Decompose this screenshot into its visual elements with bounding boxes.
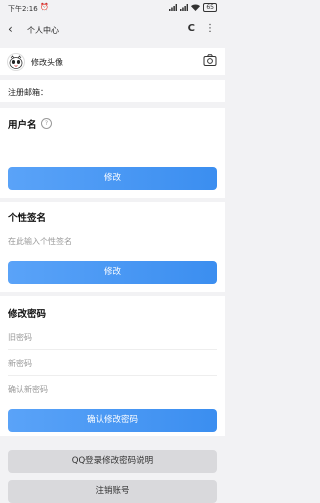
email-row: 注册邮箱： (0, 80, 225, 102)
signal-icon (169, 4, 178, 11)
qq-login-help-button[interactable]: QQ登录修改密码说明 (8, 450, 217, 473)
avatar-row[interactable]: 修改头像 (0, 48, 225, 75)
wifi-icon (191, 4, 201, 11)
signature-title: 个性签名 (8, 213, 47, 224)
password-section: 修改密码 旧密码 新密码 确认新密码 确认修改密码 (0, 296, 225, 436)
email-label: 注册邮箱： (8, 88, 48, 97)
confirm-password-button[interactable]: 确认修改密码 (8, 409, 217, 432)
old-password-input[interactable]: 旧密码 (8, 332, 32, 343)
more-menu-icon[interactable]: ⋮ (205, 23, 215, 34)
status-icons: 65 (169, 3, 217, 12)
avatar-face-icon (9, 55, 23, 69)
username-edit-button[interactable]: 修改 (8, 167, 217, 190)
confirm-password-input[interactable]: 确认新密码 (8, 384, 48, 395)
divider (8, 375, 217, 376)
status-bar: 下午2:16 ⏰ 65 (0, 0, 225, 16)
username-title: 用户名 (8, 120, 37, 131)
change-avatar-label: 修改头像 (31, 58, 63, 67)
battery-icon: 65 (203, 3, 217, 12)
avatar[interactable] (7, 53, 25, 71)
alarm-icon: ⏰ (40, 3, 49, 11)
back-icon[interactable]: ‹ (8, 22, 13, 36)
username-section: 用户名 ? 修改 (0, 108, 225, 198)
camera-icon[interactable] (203, 53, 217, 67)
help-icon[interactable]: ? (41, 118, 52, 129)
password-title: 修改密码 (8, 309, 47, 320)
signature-edit-button[interactable]: 修改 (8, 261, 217, 284)
signature-input[interactable]: 在此输入个性签名 (8, 236, 72, 247)
app-bar: ‹ 个人中心 C ⋮ (0, 16, 225, 44)
status-time: 下午2:16 (8, 5, 38, 13)
signature-section: 个性签名 在此输入个性签名 修改 (0, 202, 225, 292)
reload-icon[interactable]: C (188, 23, 195, 34)
new-password-input[interactable]: 新密码 (8, 358, 32, 369)
divider (8, 349, 217, 350)
signal-icon-2 (180, 4, 189, 11)
page-title: 个人中心 (27, 26, 59, 35)
